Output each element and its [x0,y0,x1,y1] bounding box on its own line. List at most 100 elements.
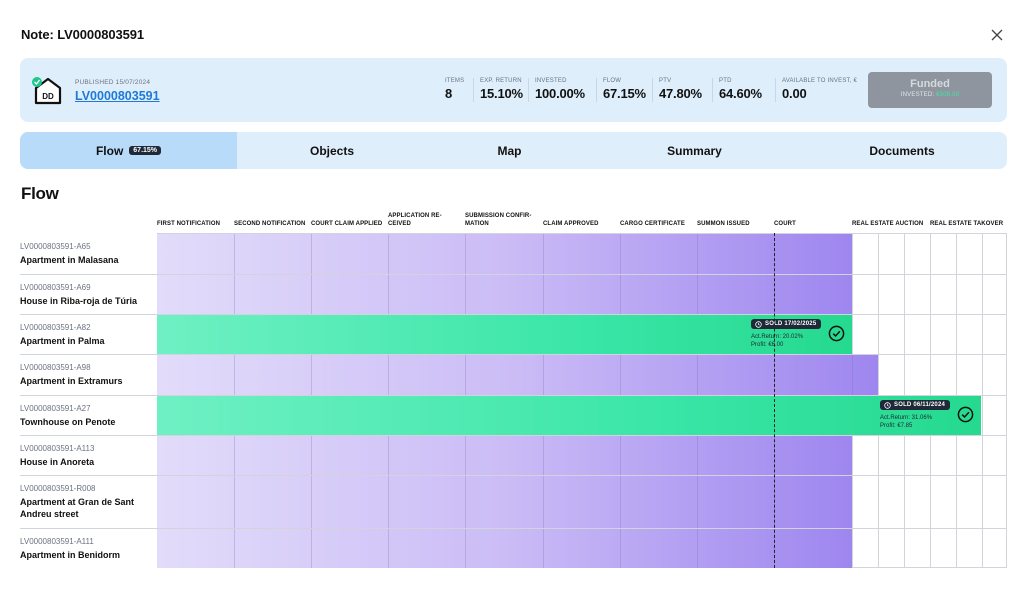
bar-stage-line [465,476,466,528]
flow-bar [157,436,852,475]
stat-divider [528,78,529,102]
flow-row-label: LV0000803591-A27 Townhouse on Penote [20,404,152,428]
sold-badge: SOLD 06/11/2024 [880,400,951,410]
funded-button[interactable]: Funded INVESTED: €508.00 [868,72,992,108]
bar-stage-line [388,234,389,274]
flow-badge: 67.15% [129,146,162,155]
stage-header: CARGO CERTIFICATE [620,221,685,227]
modal-title: Note: LV0000803591 [21,27,144,42]
bar-stage-line [697,529,698,568]
tab-map[interactable]: Map [427,132,592,169]
svg-text:DD: DD [42,92,54,101]
clock-icon [884,402,891,409]
stat-divider [712,78,713,102]
bar-stage-line [234,476,235,528]
stat-divider [775,78,776,102]
tab-objects[interactable]: Objects [237,132,427,169]
bar-stage-line [620,234,621,274]
row-item-id[interactable]: LV0000803591-R008 [20,484,152,493]
row-item-id[interactable]: LV0000803591-A98 [20,363,152,372]
bar-stage-line [543,476,544,528]
note-id-link[interactable]: LV0000803591 [75,89,160,103]
row-item-name: Apartment in Malasana [20,255,119,265]
funded-invested: INVESTED: €508.00 [900,92,960,98]
row-item-name: Townhouse on Penote [20,417,116,427]
bar-stage-line [543,355,544,395]
bar-stage-line [311,436,312,475]
tab-summary[interactable]: Summary [592,132,797,169]
stage-header: COURT [774,221,796,227]
row-item-id[interactable]: LV0000803591-A69 [20,283,152,292]
stat-available: AVAILABLE TO INVEST, €0.00 [782,78,857,101]
stat-flow: FLOW 67.15% [603,78,646,101]
bar-stage-line [388,355,389,395]
flow-row-label: LV0000803591-R008 Apartment at Gran de Sa… [20,484,152,520]
bar-stage-line [465,436,466,475]
flow-bar-sold [157,396,981,435]
house-dd-icon: DD [32,77,62,105]
bar-stage-line [234,436,235,475]
row-item-name: House in Riba-roja de Túria [20,296,138,306]
bar-stage-line [697,234,698,274]
stage-header: SECOND NOTIFICATION [234,221,306,227]
flow-bar [157,275,852,314]
stat-divider [473,78,474,102]
close-icon [991,29,1003,41]
flow-bar-sold [157,315,852,354]
flow-bar [157,355,878,395]
stat-invested: INVESTED 100.00% [535,78,585,101]
bar-stage-line [465,234,466,274]
row-item-id[interactable]: LV0000803591-A111 [20,537,152,546]
bar-stage-line [697,275,698,314]
bar-stage-line [543,529,544,568]
bar-stage-line [620,355,621,395]
stage-header: CLAIM APPROVED [543,221,599,227]
stat-divider [596,78,597,102]
flow-bar [157,234,852,274]
tab-documents[interactable]: Documents [797,132,1007,169]
row-item-id[interactable]: LV0000803591-A113 [20,444,152,453]
bar-stage-line [465,355,466,395]
bar-stage-line [311,529,312,568]
tab-bar: Flow 67.15% Objects Map Summary Document… [20,132,1007,169]
flow-row-label: LV0000803591-A65 Apartment in Malasana [20,242,152,266]
row-item-id[interactable]: LV0000803591-A65 [20,242,152,251]
bar-stage-line [311,355,312,395]
row-item-id[interactable]: LV0000803591-A82 [20,323,152,332]
bar-stage-line [234,275,235,314]
bar-stage-line [311,476,312,528]
flow-row-label: LV0000803591-A111 Apartment in Benidorm [20,537,152,561]
tab-flow[interactable]: Flow 67.15% [20,132,237,169]
flow-bar [157,476,852,528]
row-item-id[interactable]: LV0000803591-A27 [20,404,152,413]
close-button[interactable] [986,24,1008,46]
published-date: PUBLISHED 15/07/2024 [75,79,151,86]
actual-return: Act.Return: 31.06% [880,415,933,421]
profit: Profit: €7.85 [880,423,913,429]
profit: Profit: €6.00 [751,342,784,348]
bar-stage-line [388,529,389,568]
stat-ptd: PTD 64.60% [719,78,762,101]
actual-return: Act.Return: 20.02% [751,334,804,340]
bar-stage-line [465,275,466,314]
bar-stage-line [388,275,389,314]
bar-stage-line [311,234,312,274]
flow-row-label: LV0000803591-A113 House in Anoreta [20,444,152,468]
row-item-name: Apartment in Palma [20,336,105,346]
clock-icon [755,321,762,328]
check-circle-icon [957,406,974,423]
section-title: Flow [21,184,59,203]
row-item-name: Apartment in Benidorm [20,550,121,560]
stat-divider [652,78,653,102]
stat-ptv: PTV 47.80% [659,78,702,101]
bar-stage-line [620,275,621,314]
bar-stage-line [620,476,621,528]
check-circle-icon [828,325,845,342]
flow-row-label: LV0000803591-A82 Apartment in Palma [20,323,152,347]
bar-stage-line [543,436,544,475]
bar-stage-line [388,476,389,528]
bar-stage-line [697,436,698,475]
stat-items: ITEMS 8 [445,78,465,101]
row-item-name: House in Anoreta [20,457,95,467]
stat-exp-return: EXP. RETURN 15.10% [480,78,523,101]
